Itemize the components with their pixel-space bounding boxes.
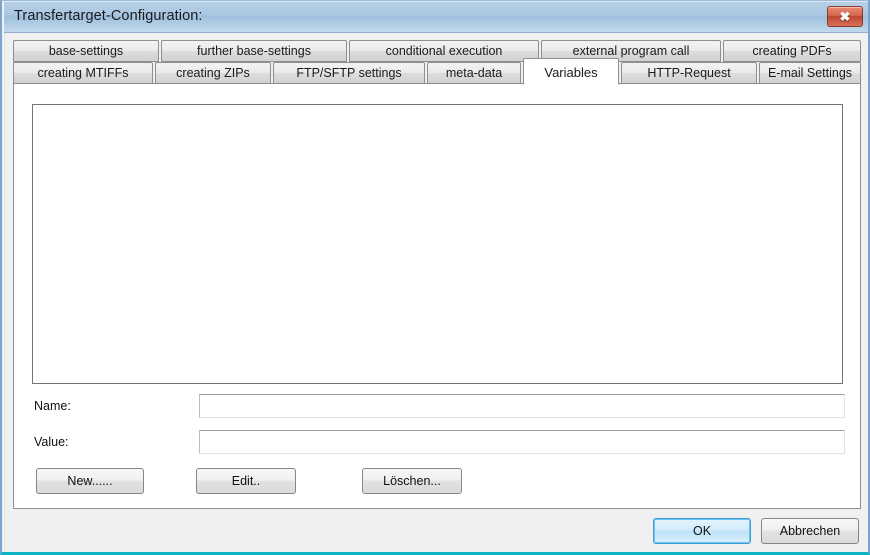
tab-label: creating MTIFFs — [37, 66, 129, 80]
tab-label: creating PDFs — [752, 44, 832, 58]
close-button[interactable]: ✖ — [827, 6, 863, 27]
dialog-window: Transfertarget-Configuration: ✖ base-set… — [0, 0, 870, 555]
tab-creating-zips[interactable]: creating ZIPs — [155, 62, 271, 84]
tab-label: meta-data — [445, 66, 503, 80]
tab-panel-variables: Name: Value: New...... Edit.. Löschen... — [13, 83, 861, 509]
tab-base-settings[interactable]: base-settings — [13, 40, 159, 62]
tab-label: HTTP-Request — [647, 66, 731, 80]
ok-button[interactable]: OK — [653, 518, 751, 544]
close-icon: ✖ — [839, 9, 851, 24]
tab-ftp-sftp-settings[interactable]: FTP/SFTP settings — [273, 62, 425, 84]
tab-creating-pdfs[interactable]: creating PDFs — [723, 40, 861, 62]
tab-row-2: creating MTIFFs creating ZIPs FTP/SFTP set… — [13, 58, 861, 85]
tab-label: FTP/SFTP settings — [296, 66, 402, 80]
tab-label: Variables — [544, 65, 598, 80]
title-bar: Transfertarget-Configuration: ✖ — [4, 2, 868, 33]
tab-label: further base-settings — [197, 44, 311, 58]
tab-label: E-mail Settings — [767, 66, 853, 80]
tab-e-mail-settings[interactable]: E-mail Settings — [759, 62, 861, 84]
tab-http-request[interactable]: HTTP-Request — [621, 62, 757, 84]
tab-variables[interactable]: Variables — [523, 58, 619, 85]
window-title: Transfertarget-Configuration: — [14, 8, 203, 24]
tab-strip: base-settings further base-settings condit… — [13, 40, 861, 85]
name-input[interactable] — [199, 394, 845, 418]
tab-row-1: base-settings further base-settings condit… — [13, 40, 861, 62]
tab-conditional-execution[interactable]: conditional execution — [349, 40, 539, 62]
variables-list[interactable] — [32, 104, 843, 384]
tab-further-base-settings[interactable]: further base-settings — [161, 40, 347, 62]
name-label: Name: — [34, 399, 71, 413]
value-input[interactable] — [199, 430, 845, 454]
tab-meta-data[interactable]: meta-data — [427, 62, 521, 84]
value-label: Value: — [34, 435, 69, 449]
tab-label: base-settings — [48, 44, 124, 58]
delete-variable-button[interactable]: Löschen... — [362, 468, 462, 494]
cancel-button[interactable]: Abbrechen — [761, 518, 859, 544]
new-variable-button[interactable]: New...... — [36, 468, 144, 494]
tab-label: creating ZIPs — [176, 66, 250, 80]
tab-label: external program call — [572, 44, 690, 58]
tab-creating-mtiffs[interactable]: creating MTIFFs — [13, 62, 153, 84]
tab-label: conditional execution — [385, 44, 503, 58]
edit-variable-button[interactable]: Edit.. — [196, 468, 296, 494]
